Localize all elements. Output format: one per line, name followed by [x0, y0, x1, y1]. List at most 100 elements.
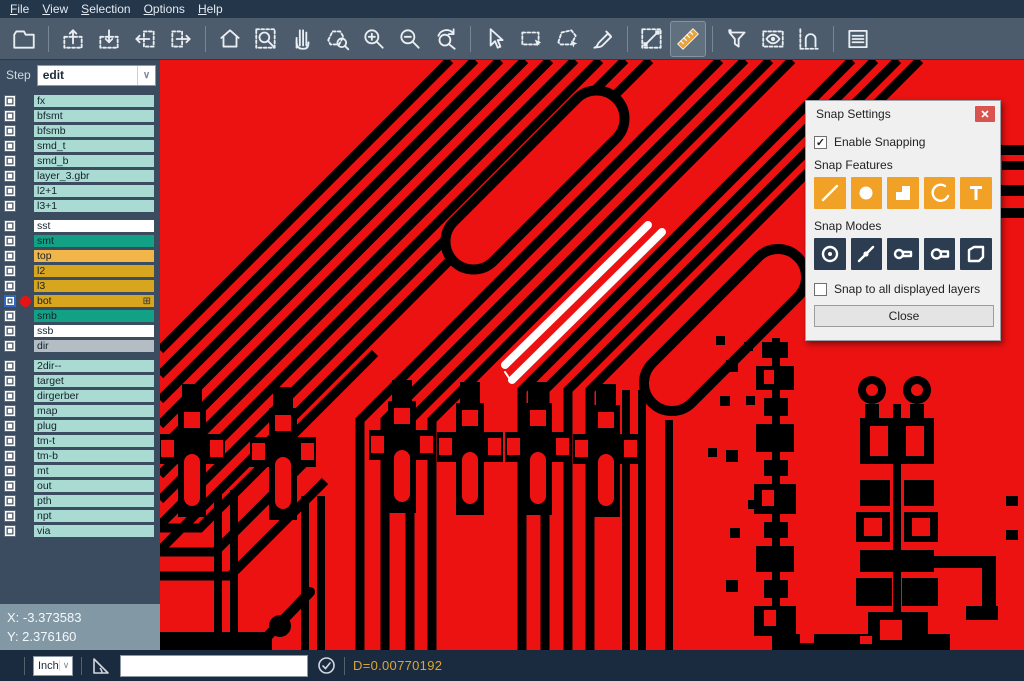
- layer-row[interactable]: top: [0, 249, 160, 263]
- layer-row[interactable]: map: [0, 404, 160, 418]
- measure-ruler-icon[interactable]: [671, 22, 705, 56]
- layer-visibility-checkbox[interactable]: [4, 250, 16, 262]
- layer-color-bar[interactable]: plug: [33, 419, 155, 433]
- layer-row[interactable]: fx: [0, 94, 160, 108]
- angle-measure-icon[interactable]: [90, 655, 112, 677]
- step-dropdown[interactable]: edit ∨: [37, 65, 156, 86]
- enable-snapping-checkbox[interactable]: [814, 136, 827, 149]
- layer-color-bar[interactable]: mt: [33, 464, 155, 478]
- select-cursor-icon[interactable]: [478, 22, 512, 56]
- paste-left-icon[interactable]: [128, 22, 162, 56]
- view-options-icon[interactable]: [756, 22, 790, 56]
- layer-color-bar[interactable]: dirgerber: [33, 389, 155, 403]
- layer-row[interactable]: dir: [0, 339, 160, 353]
- menu-selection[interactable]: Selection: [79, 0, 141, 18]
- layer-row[interactable]: l3: [0, 279, 160, 293]
- layer-visibility-checkbox[interactable]: [4, 110, 16, 122]
- layer-color-bar[interactable]: pth: [33, 494, 155, 508]
- layer-visibility-checkbox[interactable]: [4, 435, 16, 447]
- layer-color-bar[interactable]: bfsmb: [33, 124, 155, 138]
- grid-icon[interactable]: [143, 296, 154, 307]
- snap-circle-button[interactable]: [851, 177, 883, 209]
- layer-color-bar[interactable]: top: [33, 249, 155, 263]
- layer-color-bar[interactable]: smd_t: [33, 139, 155, 153]
- measure-line-icon[interactable]: [635, 22, 669, 56]
- layer-row[interactable]: bfsmb: [0, 124, 160, 138]
- snap-magnet-icon[interactable]: [792, 22, 826, 56]
- layer-row[interactable]: smd_t: [0, 139, 160, 153]
- layer-color-bar[interactable]: 2dir--: [33, 359, 155, 373]
- layer-visibility-checkbox[interactable]: [4, 510, 16, 522]
- layer-color-bar[interactable]: smt: [33, 234, 155, 248]
- zoom-out-icon[interactable]: [393, 22, 427, 56]
- zoom-polygon-icon[interactable]: [321, 22, 355, 56]
- close-icon[interactable]: [975, 106, 995, 122]
- menu-view[interactable]: View: [40, 0, 79, 18]
- layer-row[interactable]: pth: [0, 494, 160, 508]
- layer-visibility-checkbox[interactable]: [4, 125, 16, 137]
- layer-row[interactable]: smt: [0, 234, 160, 248]
- layer-row[interactable]: 2dir--: [0, 359, 160, 373]
- layer-visibility-checkbox[interactable]: [4, 140, 16, 152]
- layer-color-bar[interactable]: fx: [33, 94, 155, 108]
- layer-visibility-checkbox[interactable]: [4, 235, 16, 247]
- layer-row[interactable]: npt: [0, 509, 160, 523]
- layer-row[interactable]: tm-b: [0, 449, 160, 463]
- layer-row[interactable]: out: [0, 479, 160, 493]
- layer-visibility-checkbox[interactable]: [4, 220, 16, 232]
- layer-row[interactable]: via: [0, 524, 160, 538]
- snap-slot-outline-button[interactable]: [924, 238, 956, 270]
- unit-dropdown[interactable]: Inch ∨: [33, 656, 73, 676]
- layer-color-bar[interactable]: tm-b: [33, 449, 155, 463]
- layer-visibility-checkbox[interactable]: [4, 280, 16, 292]
- layer-row[interactable]: dirgerber: [0, 389, 160, 403]
- snap-center-button[interactable]: [814, 238, 846, 270]
- pan-hand-icon[interactable]: [285, 22, 319, 56]
- snap-surface-button[interactable]: [887, 177, 919, 209]
- layer-visibility-checkbox[interactable]: [4, 310, 16, 322]
- layer-visibility-checkbox[interactable]: [4, 295, 16, 307]
- snap-text-button[interactable]: [960, 177, 992, 209]
- open-icon[interactable]: [7, 22, 41, 56]
- filter-icon[interactable]: [720, 22, 754, 56]
- layer-row[interactable]: tm-t: [0, 434, 160, 448]
- layer-row[interactable]: ssb: [0, 324, 160, 338]
- layer-color-bar[interactable]: tm-t: [33, 434, 155, 448]
- layer-color-bar[interactable]: l3: [33, 279, 155, 293]
- zoom-reset-icon[interactable]: [429, 22, 463, 56]
- paste-up-icon[interactable]: [56, 22, 90, 56]
- layer-visibility-checkbox[interactable]: [4, 155, 16, 167]
- layer-visibility-checkbox[interactable]: [4, 325, 16, 337]
- layer-visibility-checkbox[interactable]: [4, 360, 16, 372]
- apply-check-icon[interactable]: [317, 656, 336, 675]
- select-rectangle-icon[interactable]: [514, 22, 548, 56]
- snap-contour-button[interactable]: [960, 238, 992, 270]
- snap-line-button[interactable]: [814, 177, 846, 209]
- layer-color-bar[interactable]: map: [33, 404, 155, 418]
- layer-color-bar[interactable]: l2: [33, 264, 155, 278]
- layer-color-bar[interactable]: bot: [33, 294, 155, 308]
- layer-visibility-checkbox[interactable]: [4, 525, 16, 537]
- snap-point-button[interactable]: [851, 238, 883, 270]
- snap-all-layers-checkbox[interactable]: [814, 283, 827, 296]
- layer-row[interactable]: target: [0, 374, 160, 388]
- layer-row[interactable]: bfsmt: [0, 109, 160, 123]
- layer-color-bar[interactable]: npt: [33, 509, 155, 523]
- layer-row[interactable]: plug: [0, 419, 160, 433]
- layer-row[interactable]: smd_b: [0, 154, 160, 168]
- layer-color-bar[interactable]: l2+1: [33, 184, 155, 198]
- layer-color-bar[interactable]: dir: [33, 339, 155, 353]
- layer-row[interactable]: l2: [0, 264, 160, 278]
- layer-visibility-checkbox[interactable]: [4, 95, 16, 107]
- layer-visibility-checkbox[interactable]: [4, 465, 16, 477]
- layer-color-bar[interactable]: l3+1: [33, 199, 155, 213]
- layer-visibility-checkbox[interactable]: [4, 390, 16, 402]
- select-brush-icon[interactable]: [586, 22, 620, 56]
- menu-help[interactable]: Help: [196, 0, 234, 18]
- menu-file[interactable]: File: [8, 0, 40, 18]
- measure-input[interactable]: [120, 655, 308, 677]
- layer-color-bar[interactable]: smb: [33, 309, 155, 323]
- close-button[interactable]: Close: [814, 305, 994, 327]
- menu-options[interactable]: Options: [142, 0, 196, 18]
- layer-color-bar[interactable]: layer_3.gbr: [33, 169, 155, 183]
